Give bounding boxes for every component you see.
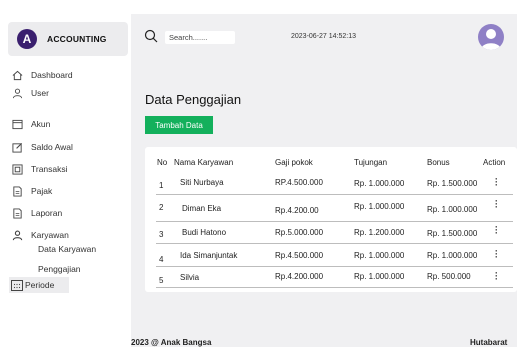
cell-no: 1 [159, 181, 164, 190]
cell-bonus: Rp. 1.000.000 [427, 205, 478, 214]
search-input[interactable]: Search....... [165, 31, 235, 44]
column-header-tunjangan: Tujungan [354, 158, 388, 167]
sidebar-item-label: User [31, 88, 49, 98]
footer-author: Hutabarat [470, 338, 508, 347]
brand-logo: A [17, 29, 37, 49]
cell-gaji: Rp.4.500.000 [275, 251, 324, 260]
column-header-bonus: Bonus [427, 158, 450, 167]
datetime: 2023-06-27 14:52:13 [291, 33, 356, 40]
cell-gaji: Rp.5.000.000 [275, 228, 324, 237]
sidebar-item-saldo-awal[interactable]: Saldo Awal [11, 140, 73, 154]
row-divider [156, 287, 513, 288]
sidebar-item-label: Pajak [31, 186, 53, 196]
avatar[interactable] [478, 24, 504, 50]
window-icon [11, 118, 23, 130]
table-card [145, 147, 517, 292]
row-action-menu-icon[interactable]: · · · [495, 247, 499, 262]
document-icon [11, 185, 23, 197]
cell-nama: Siti Nurbaya [180, 178, 224, 187]
row-divider [156, 221, 513, 222]
cell-nama: Ida Simanjuntak [180, 251, 238, 260]
cell-tunjangan: Rp. 1.000.000 [354, 179, 405, 188]
column-header-nama: Nama Karyawan [174, 158, 234, 167]
cell-no: 5 [159, 276, 164, 285]
home-icon [11, 69, 23, 81]
cell-tunjangan: Rp. 1.200.000 [354, 228, 405, 237]
row-action-menu-icon[interactable]: · · · [495, 175, 499, 190]
transaction-icon [11, 163, 23, 175]
sidebar-item-label: Periode [25, 280, 55, 290]
cell-no: 2 [159, 203, 164, 212]
cell-nama: Silvia [180, 273, 200, 282]
cell-tunjangan: Rp. 1.000.000 [354, 272, 405, 281]
column-header-no: No [157, 158, 168, 167]
sidebar-subitem-penggajian[interactable]: Penggajian [38, 264, 81, 274]
cell-bonus: Rp. 1.500.000 [427, 229, 478, 238]
cell-tunjangan: Rp. 1.000.000 [354, 251, 405, 260]
cell-no: 3 [159, 230, 164, 239]
sidebar-subitem-data-karyawan[interactable]: Data Karyawan [38, 244, 96, 254]
sidebar-item-user[interactable]: User [11, 86, 49, 100]
cell-bonus: Rp. 500.000 [427, 272, 471, 281]
user-icon [11, 229, 23, 241]
page-title: Data Penggajian [145, 92, 242, 107]
sidebar-item-laporan[interactable]: Laporan [11, 206, 62, 220]
sidebar-item-periode[interactable]: Periode [9, 277, 69, 293]
sidebar-item-transaksi[interactable]: Transaksi [11, 162, 68, 176]
row-action-menu-icon[interactable]: · · · [495, 197, 499, 212]
cell-gaji: RP.4.500.000 [275, 178, 323, 187]
row-action-menu-icon[interactable]: · · · [495, 223, 499, 238]
edit-icon [11, 141, 23, 153]
brand-name: ACCOUNTING [47, 34, 107, 44]
sidebar-item-label: Karyawan [31, 230, 69, 240]
sidebar-item-karyawan[interactable]: Karyawan [11, 228, 69, 242]
sidebar-item-akun[interactable]: Akun [11, 117, 50, 131]
row-divider [156, 266, 513, 267]
calendar-icon [11, 279, 23, 291]
row-action-menu-icon[interactable]: · · · [495, 269, 499, 284]
user-icon [11, 87, 23, 99]
sidebar-item-label: Saldo Awal [31, 142, 73, 152]
row-divider [156, 194, 513, 195]
sidebar-item-pajak[interactable]: Pajak [11, 184, 52, 198]
cell-gaji: Rp.4.200.000 [275, 272, 324, 281]
row-divider [156, 243, 513, 244]
cell-nama: Diman Eka [182, 204, 222, 213]
footer-copyright: 2023 @ Anak Bangsa [131, 338, 212, 347]
cell-nama: Budi Hatono [182, 228, 227, 237]
sidebar-item-dashboard[interactable]: Dashboard [11, 68, 73, 82]
sidebar-item-label: Laporan [31, 208, 63, 218]
column-header-action: Action [483, 158, 506, 167]
search-icon[interactable] [144, 29, 158, 45]
brand[interactable]: A ACCOUNTING [8, 22, 128, 56]
cell-no: 4 [159, 255, 164, 264]
cell-tunjangan: Rp. 1.000.000 [354, 202, 405, 211]
cell-bonus: Rp. 1.000.000 [427, 251, 478, 260]
add-data-button[interactable]: Tambah Data [145, 116, 213, 134]
document-icon [11, 207, 23, 219]
sidebar-item-label: Akun [31, 119, 51, 129]
cell-bonus: Rp. 1.500.000 [427, 179, 478, 188]
cell-gaji: Rp.4.200.00 [275, 206, 319, 215]
sidebar-item-label: Transaksi [31, 164, 68, 174]
column-header-gaji: Gaji pokok [275, 158, 313, 167]
sidebar-item-label: Dashboard [31, 70, 73, 80]
